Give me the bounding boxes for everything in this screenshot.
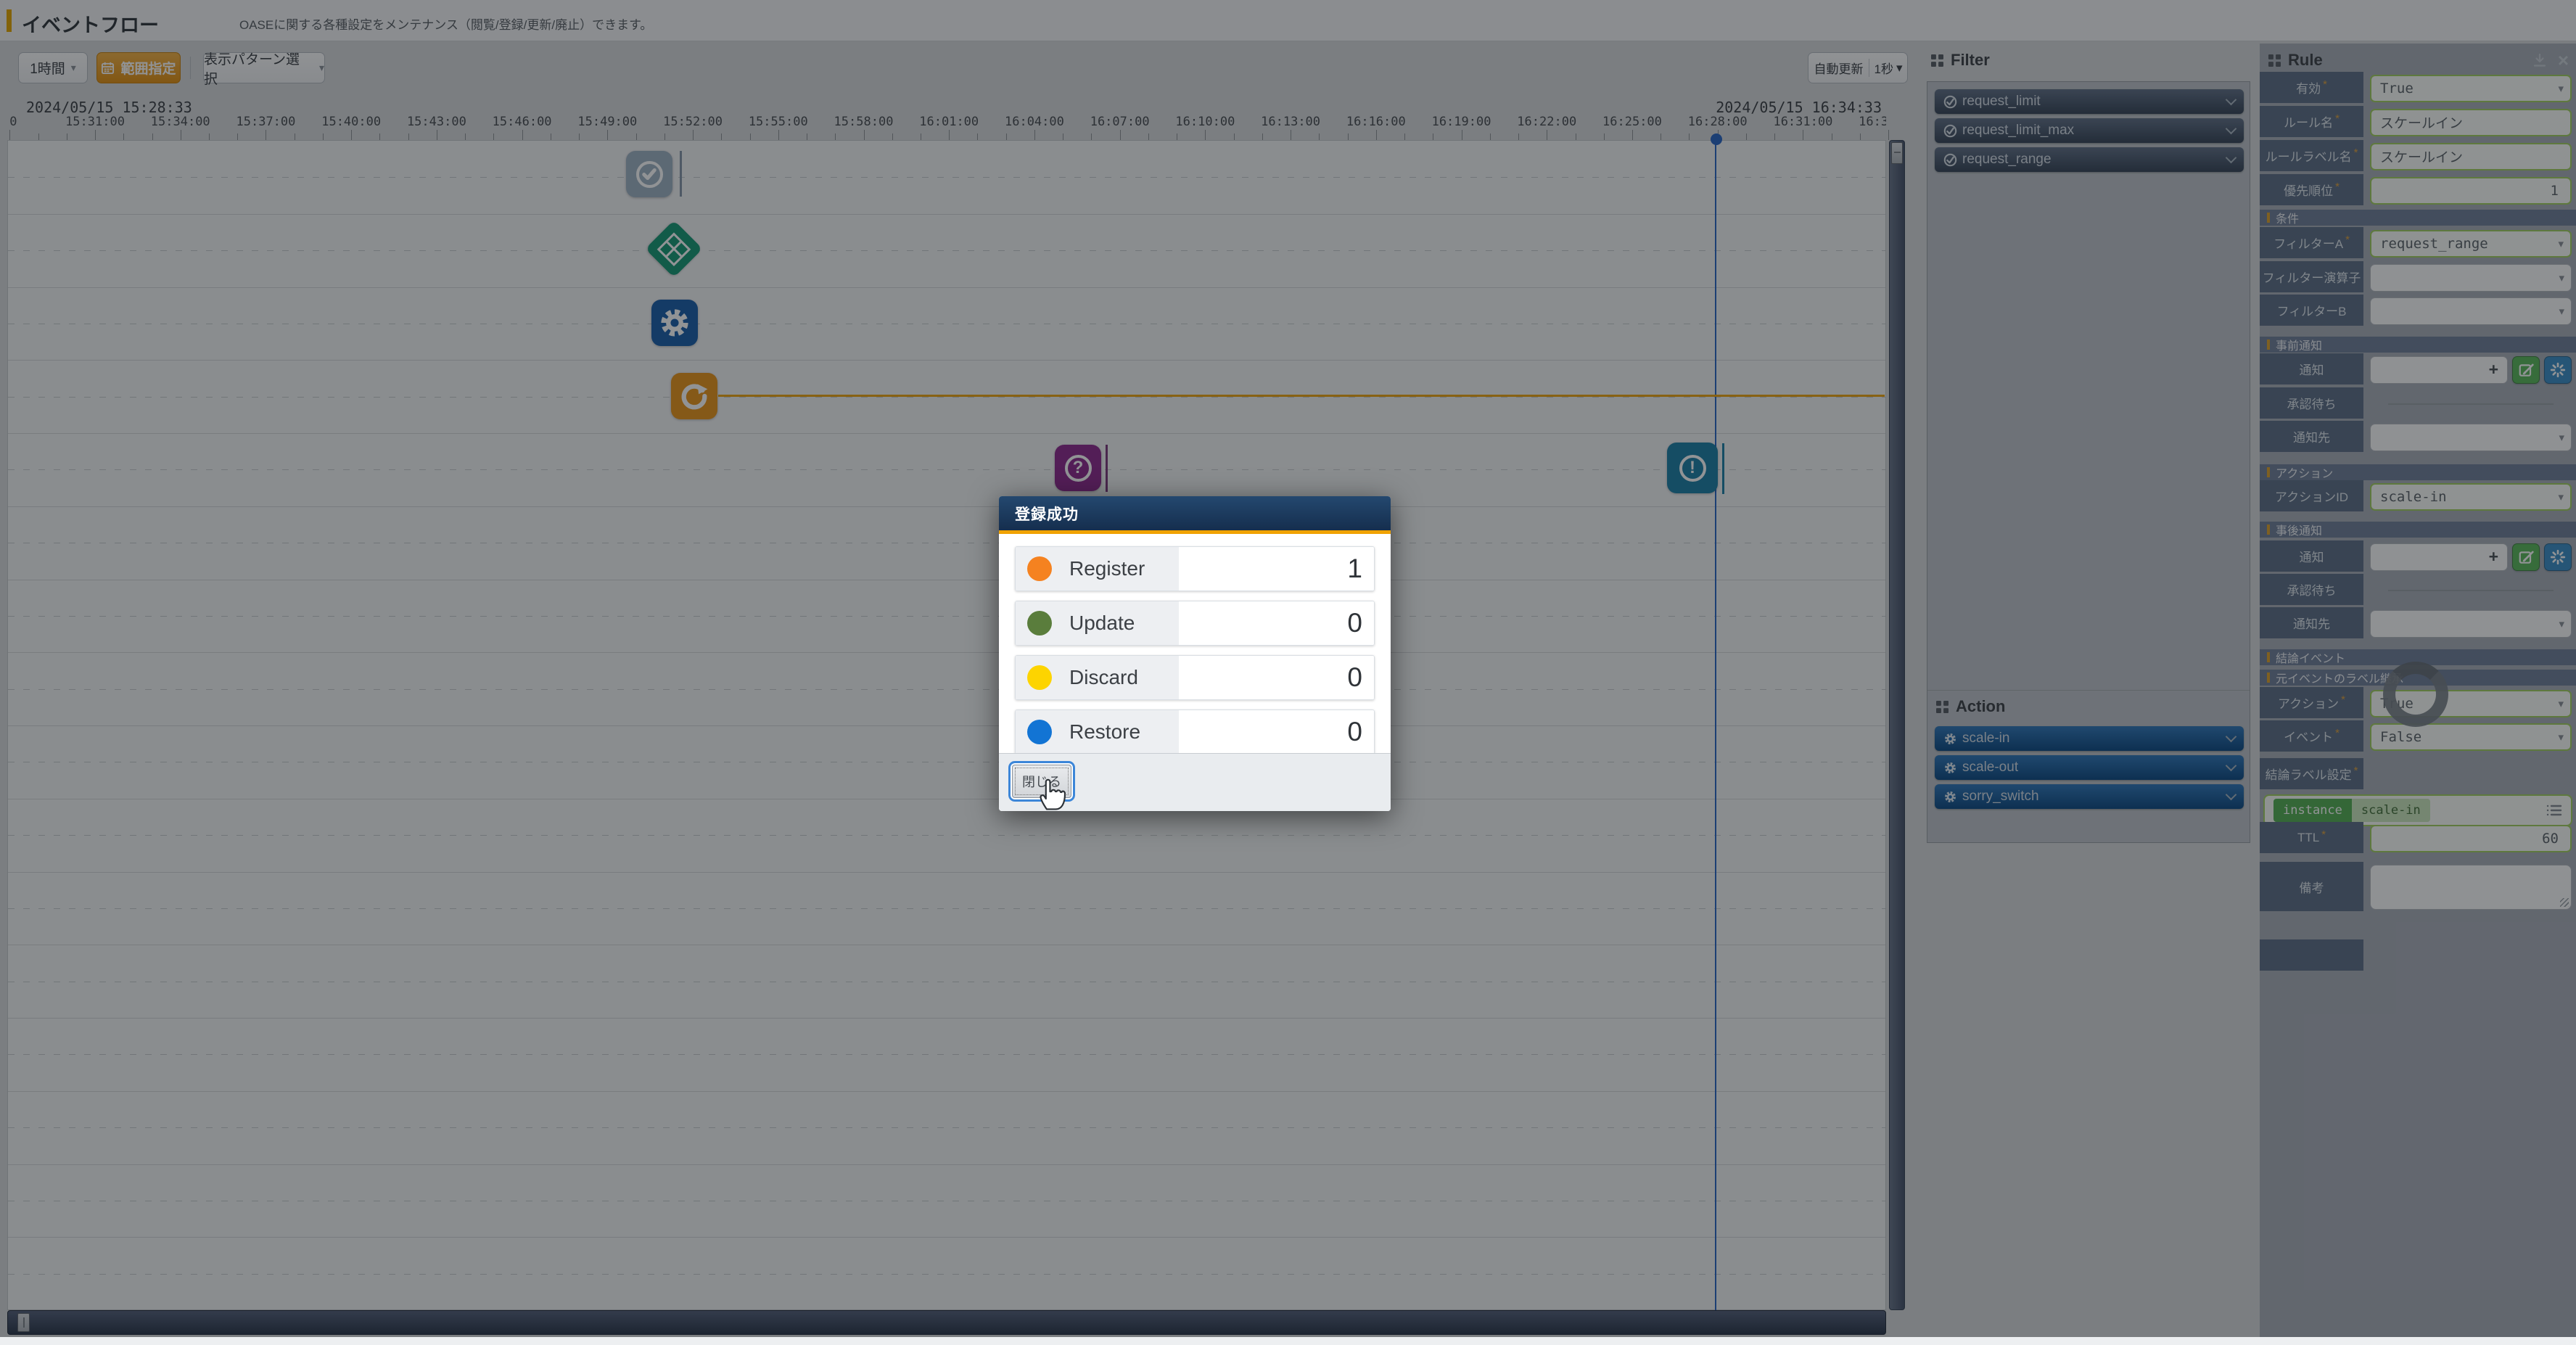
page-bottom-strip: [0, 1337, 2576, 1345]
result-row-update: Update 0: [1015, 601, 1375, 646]
restore-color-dot: [1027, 720, 1052, 744]
result-count: 1: [1179, 547, 1374, 591]
result-label: Discard: [1069, 666, 1138, 689]
result-count: 0: [1179, 710, 1374, 754]
result-label: Restore: [1069, 720, 1140, 744]
modal-footer: 閉じる: [999, 753, 1391, 811]
result-count: 0: [1179, 601, 1374, 645]
modal-body: Register 1 Update 0 Discard 0 Restore 0: [999, 534, 1391, 754]
modal-title-bar: 登録成功: [999, 496, 1391, 534]
hand-cursor-icon: [1037, 777, 1066, 810]
result-row-discard: Discard 0: [1015, 655, 1375, 700]
modal-title: 登録成功: [1015, 503, 1079, 525]
result-label: Update: [1069, 612, 1135, 635]
result-row-restore: Restore 0: [1015, 709, 1375, 754]
discard-color-dot: [1027, 665, 1052, 690]
result-count: 0: [1179, 656, 1374, 699]
update-color-dot: [1027, 611, 1052, 636]
result-row-register: Register 1: [1015, 546, 1375, 591]
registration-result-modal: 登録成功 Register 1 Update 0 Discard 0 Resto…: [999, 496, 1391, 811]
result-label: Register: [1069, 557, 1145, 580]
register-color-dot: [1027, 556, 1052, 581]
